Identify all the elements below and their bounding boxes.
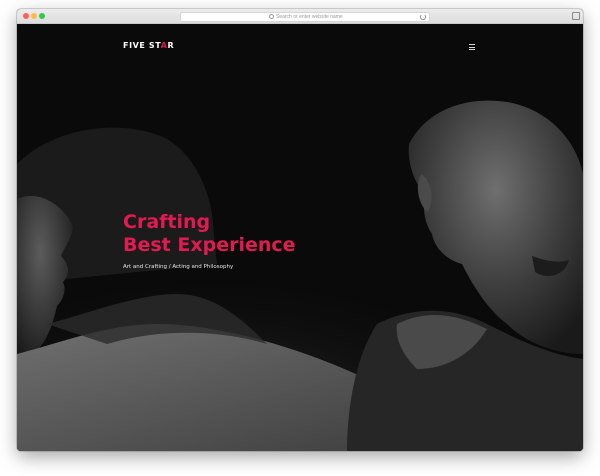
site-logo[interactable]: FIVE STAR: [123, 41, 174, 50]
hero-section: FIVE STAR Crafting Best Experience Art a…: [17, 24, 583, 451]
logo-prefix: FIVE ST: [123, 41, 161, 50]
maximize-window-button[interactable]: [39, 13, 45, 19]
browser-titlebar: Search or enter website name: [17, 9, 583, 24]
address-bar[interactable]: Search or enter website name: [180, 12, 430, 22]
tabs-overview-icon[interactable]: [572, 12, 580, 20]
minimize-window-button[interactable]: [31, 13, 37, 19]
search-icon: [269, 14, 274, 19]
close-window-button[interactable]: [23, 13, 29, 19]
hero-headline: Crafting Best Experience: [123, 211, 296, 257]
logo-suffix: R: [167, 41, 175, 50]
reload-icon[interactable]: [420, 14, 426, 20]
headline-line-1: Crafting: [123, 211, 211, 233]
headline-line-2: Best Experience: [123, 234, 296, 256]
browser-window: Search or enter website name FIVE STAR C…: [17, 9, 583, 451]
hero-background-image: [17, 24, 583, 451]
hero-subtitle: Art and Crafting / Acting and Philosophy: [123, 264, 234, 270]
address-placeholder: Search or enter website name: [276, 14, 343, 20]
hamburger-menu-icon[interactable]: [469, 44, 475, 50]
